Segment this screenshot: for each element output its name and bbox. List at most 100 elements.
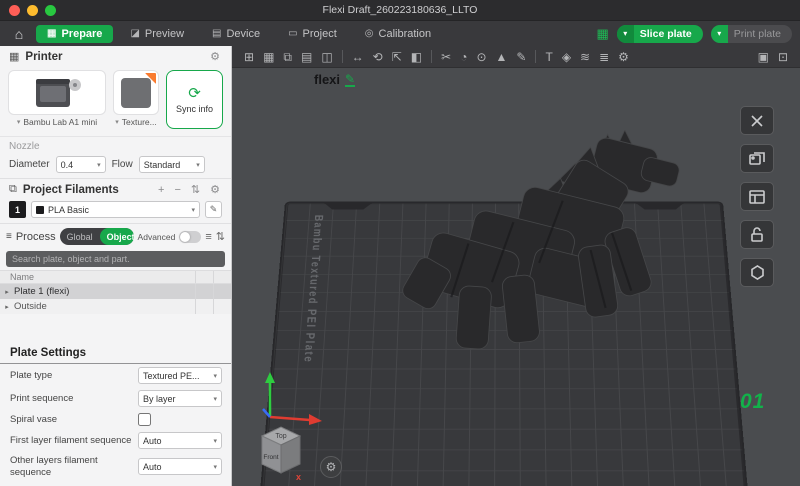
add-filament-icon[interactable]: + [156, 184, 166, 196]
other-layers-sequence-dropdown[interactable]: Auto ▾ [138, 458, 222, 476]
move-icon[interactable]: ↔ [352, 51, 364, 63]
remove-filament-icon[interactable]: − [172, 184, 182, 196]
plate-type-dropdown[interactable]: Textured PE... ▾ [138, 367, 222, 384]
minimize-window-button[interactable] [27, 5, 38, 16]
chevron-right-icon[interactable]: ▸ [0, 303, 14, 311]
plate-list-button[interactable] [740, 182, 774, 211]
filament-icon: ⧉ [9, 183, 17, 195]
filament-dropdown[interactable]: PLA Basic ▾ [31, 201, 200, 218]
device-icon: ▤ [212, 28, 222, 39]
titlebar: Flexi Draft_260223180636_LLTO [0, 0, 800, 21]
delete-plate-button[interactable] [740, 106, 774, 135]
chevron-down-icon: ▾ [97, 161, 101, 169]
zoom-window-button[interactable] [45, 5, 56, 16]
bambu-studio-window: Flexi Draft_260223180636_LLTO ⌂ ▦ Prepar… [0, 0, 800, 486]
row-visibility-cell[interactable] [195, 284, 213, 299]
plate-grid-icon[interactable]: ▦ [596, 26, 608, 42]
color-paint-icon[interactable]: ✎ [516, 51, 526, 63]
filament-sync-icon[interactable]: ⇅ [189, 183, 202, 196]
filament-settings-gear-icon[interactable]: ⚙ [208, 183, 222, 196]
diameter-dropdown[interactable]: 0.4 ▾ [55, 156, 106, 173]
printer-settings-gear-icon[interactable]: ⚙ [208, 50, 222, 63]
edit-filament-button[interactable]: ✎ [205, 201, 222, 218]
text-tool-icon[interactable]: T [545, 51, 552, 63]
row-visibility-cell[interactable] [195, 299, 213, 314]
filament-slot-chip[interactable]: 1 [9, 201, 26, 218]
flow-dropdown[interactable]: Standard ▾ [138, 156, 205, 173]
assembly-icon[interactable]: ≣ [599, 51, 609, 63]
lock-plate-button[interactable] [740, 220, 774, 249]
printer-image [36, 78, 81, 107]
slice-plate-button[interactable]: ▾ Slice plate [616, 24, 703, 43]
orient-icon[interactable]: ⧉ [283, 51, 292, 63]
split-objects-icon[interactable]: ▤ [301, 51, 312, 63]
print-sequence-dropdown[interactable]: By layer ▾ [138, 390, 222, 407]
printer-section-title: Printer [25, 50, 63, 63]
spiral-vase-checkbox[interactable] [138, 413, 151, 426]
viewport-settings-button[interactable]: ⚙ [320, 456, 342, 478]
rename-plate-pencil-icon[interactable]: ✎ [345, 73, 356, 87]
slice-options-chevron-icon[interactable]: ▾ [616, 24, 634, 43]
filaments-title: Project Filaments [22, 183, 119, 196]
process-compare-icon[interactable]: ⇅ [216, 230, 225, 243]
scope-objects-segment[interactable]: Objects [99, 228, 134, 245]
print-options-chevron-icon[interactable]: ▾ [710, 24, 728, 43]
axis-x-label: x [296, 472, 302, 482]
other-layers-sequence-field: Other layers filament sequence Auto ▾ [0, 452, 231, 482]
home-button[interactable]: ⌂ [8, 26, 30, 42]
filament-row: 1 PLA Basic ▾ ✎ [0, 198, 231, 223]
tab-project[interactable]: ▭ Project [277, 25, 348, 43]
first-layer-sequence-dropdown[interactable]: Auto ▾ [138, 432, 222, 449]
nav-cube-top-label[interactable]: Top [275, 433, 286, 440]
plate-type-mini-dropdown[interactable]: ▾ Texture... [115, 115, 156, 129]
close-window-button[interactable] [9, 5, 20, 16]
printer-card[interactable] [8, 70, 106, 115]
advanced-toggle[interactable] [179, 230, 202, 243]
print-plate-button[interactable]: ▾ Print plate [710, 24, 792, 43]
chevron-right-icon[interactable]: ▸ [0, 288, 14, 296]
printer-name-dropdown[interactable]: ▾ Bambu Lab A1 mini [17, 115, 97, 129]
layer-height-icon[interactable]: ⚙ [618, 51, 629, 63]
row-print-cell[interactable] [213, 299, 231, 314]
chevron-down-icon: ▾ [213, 395, 217, 403]
measure-icon[interactable]: ≋ [580, 51, 590, 63]
cut-icon[interactable]: ✂ [441, 51, 451, 63]
other-layers-sequence-value: Auto [143, 461, 162, 472]
split-parts-icon[interactable]: ◫ [321, 51, 332, 63]
scale-icon[interactable]: ⇱ [392, 51, 402, 63]
tab-prepare-label: Prepare [61, 27, 103, 40]
printer-section-header: ▦ Printer ⚙ [0, 46, 231, 65]
spiral-vase-field: Spiral vase [0, 410, 231, 429]
tab-prepare[interactable]: ▦ Prepare [36, 24, 114, 43]
outline-row-plate1[interactable]: ▸ Plate 1 (flexi) [0, 284, 231, 299]
viewport-canvas[interactable]: flexi ✎ Bambu Textured PEI Plate ▦ PLA/A… [232, 68, 800, 486]
plate-settings-button[interactable] [740, 258, 774, 287]
support-paint-icon[interactable]: ▲ [496, 51, 508, 63]
boolean-icon[interactable]: ◔ [460, 51, 467, 63]
tab-calibration[interactable]: ◎ Calibration [354, 25, 442, 43]
tab-preview-label: Preview [144, 27, 185, 40]
outline-row-outside[interactable]: ▸ Outside [0, 299, 231, 314]
navigation-cube[interactable]: Top Front [252, 420, 310, 482]
mirror-icon[interactable]: ◧ [411, 51, 422, 63]
arrange-plate-button[interactable] [740, 144, 774, 173]
nav-cube-front-label[interactable]: Front [263, 454, 278, 461]
view-cube-icon[interactable]: ▣ [758, 51, 769, 63]
tab-preview[interactable]: ◪ Preview [119, 25, 195, 43]
flexi-horse-model[interactable] [402, 130, 702, 355]
svg-tool-icon[interactable]: ◈ [562, 51, 571, 63]
search-input[interactable] [6, 251, 225, 267]
sync-info-button[interactable]: ⟳ Sync info [166, 70, 223, 129]
arrange-icon[interactable]: ▦ [263, 51, 274, 63]
row-print-cell[interactable] [213, 284, 231, 299]
rotate-icon[interactable]: ⟲ [373, 51, 383, 63]
drill-icon[interactable]: ⊙ [476, 51, 486, 63]
sidebar: ▦ Printer ⚙ ▾ Bambu Lab A1 mini ▾ Textur… [0, 46, 232, 486]
add-plate-icon[interactable]: ⊞ [244, 51, 254, 63]
process-list-icon[interactable]: ≡ [205, 231, 211, 243]
scope-global-segment[interactable]: Global [60, 228, 100, 245]
tab-device[interactable]: ▤ Device [201, 25, 271, 43]
fullscreen-icon[interactable]: ⊡ [778, 51, 788, 63]
process-section-header: ≡ Process Global Objects Advanced ≡ ⇅ [0, 223, 231, 248]
plate-texture-card[interactable] [113, 70, 159, 115]
